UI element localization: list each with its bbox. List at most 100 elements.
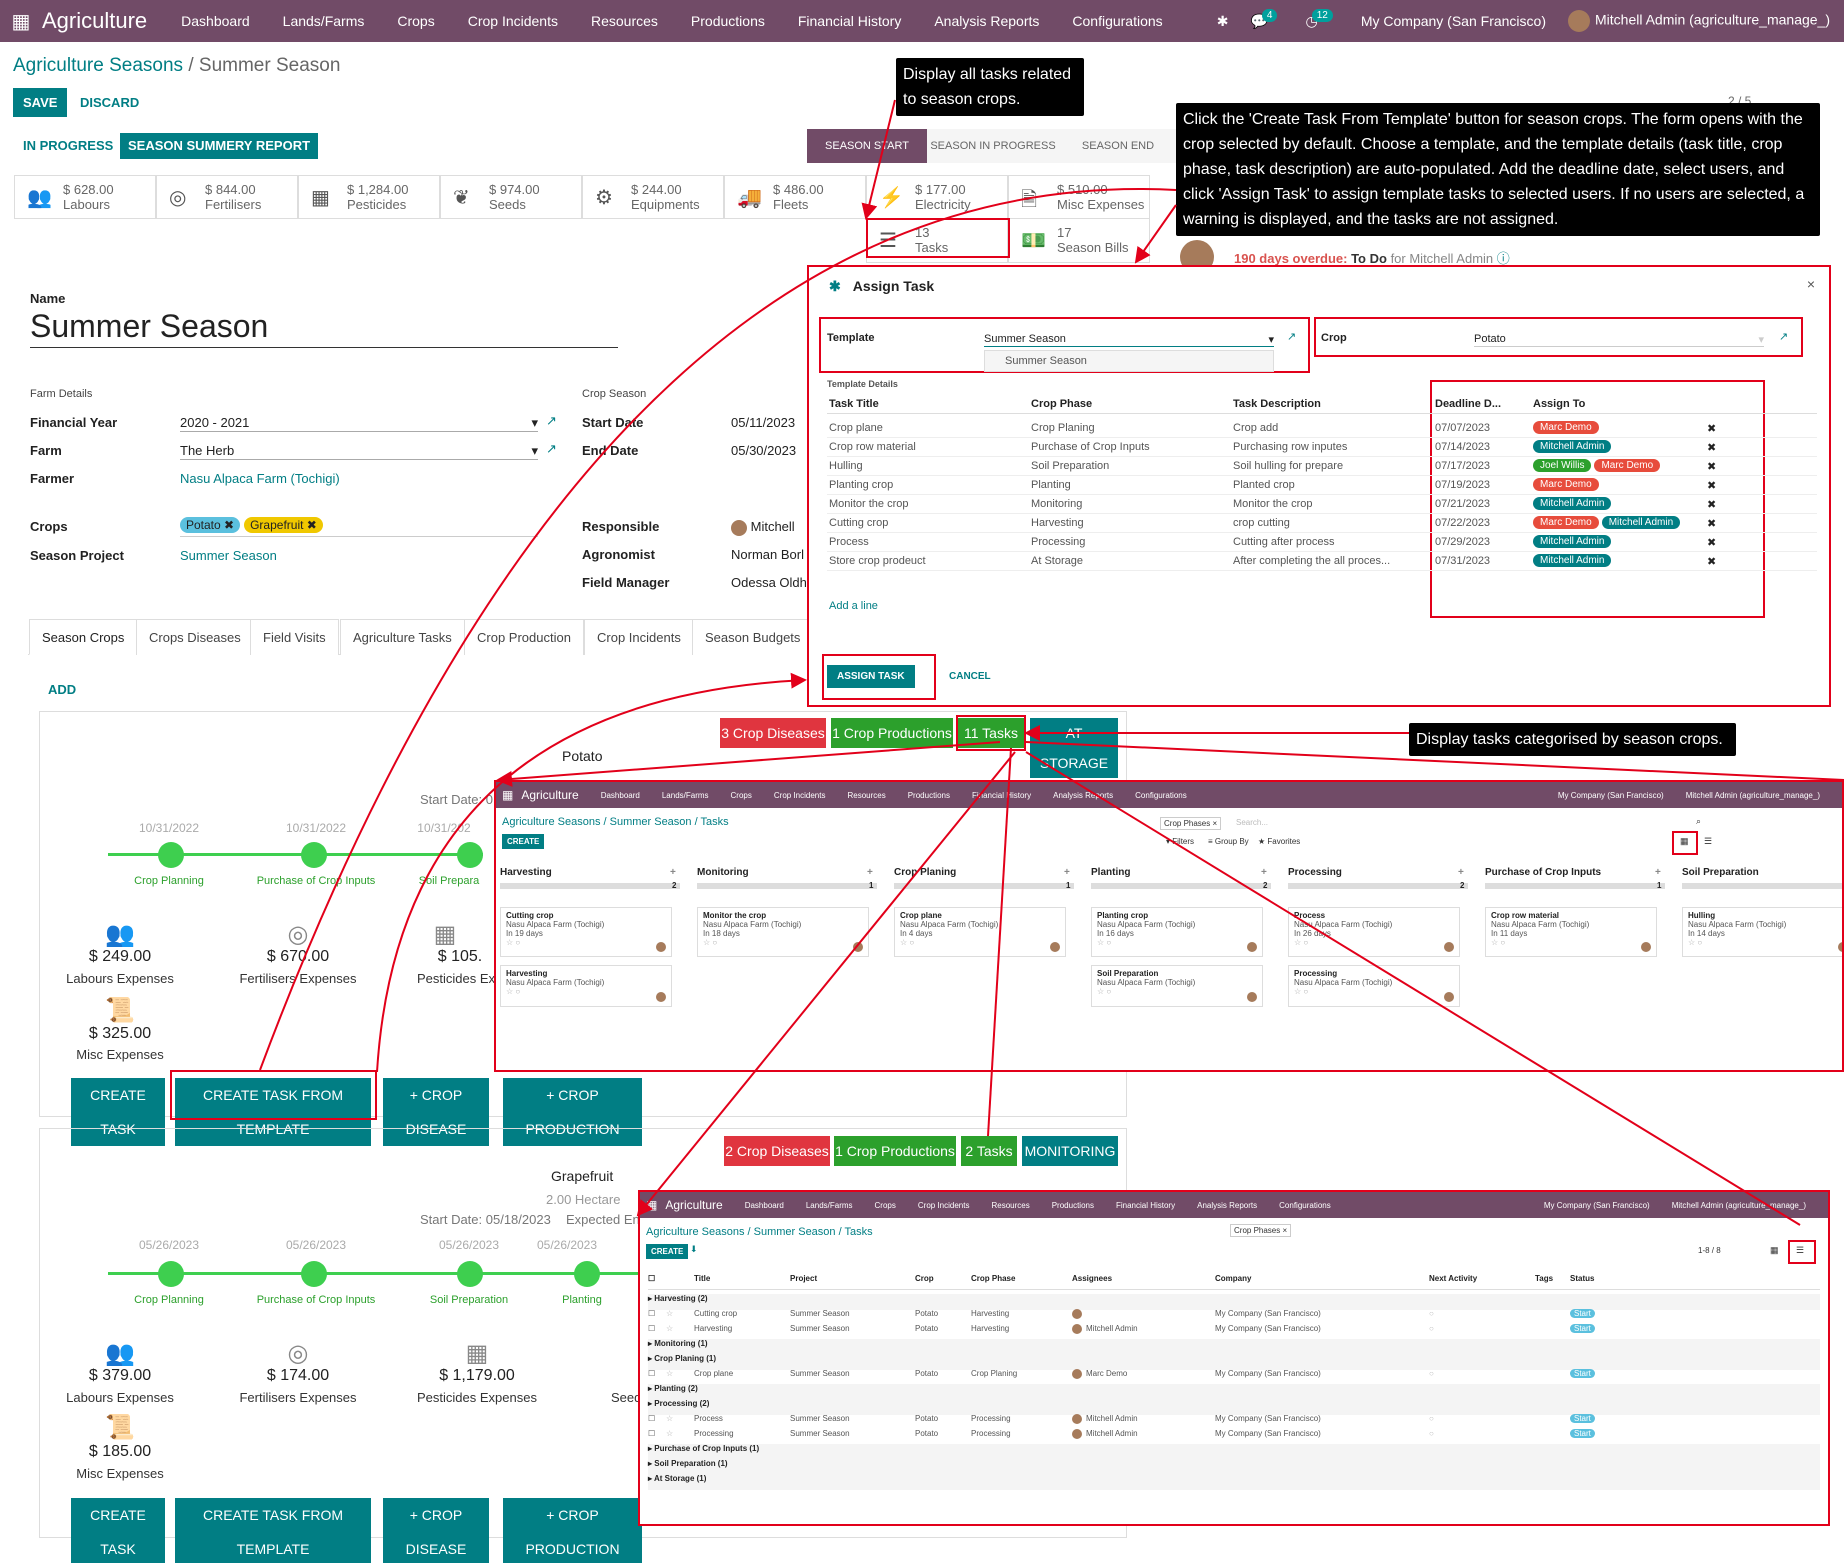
assignee-tag[interactable]: Marc Demo (1594, 459, 1661, 472)
assignee-tag[interactable]: Mitchell Admin (1533, 535, 1612, 548)
col-crop[interactable]: Crop (915, 1274, 934, 1283)
menu-item[interactable]: Dashboard (601, 791, 640, 800)
stage-season-start[interactable]: SEASON START (807, 129, 927, 163)
field-manager-field[interactable]: Odessa Oldh (731, 575, 807, 590)
add-crop-production-button[interactable]: + CROP PRODUCTION (503, 1498, 642, 1563)
table-row[interactable]: ☐ ☆ Processing Summer Season Potato Processin… (648, 1429, 1820, 1445)
delete-icon[interactable]: ✖ (1707, 479, 1716, 492)
external-link-icon[interactable]: ↗ (1287, 330, 1296, 343)
delete-icon[interactable]: ✖ (1707, 498, 1716, 511)
crops-field[interactable]: Potato ✖ Grapefruit ✖ (180, 517, 538, 537)
row-checkbox[interactable]: ☐ (648, 1309, 655, 1318)
create-button[interactable]: CREATE (502, 834, 545, 849)
crop-tag-potato[interactable]: Potato ✖ (180, 517, 241, 533)
tab-season-crops[interactable]: Season Crops (29, 619, 138, 655)
assign-to-cell[interactable]: Marc Demo Mitchell Admin (1533, 516, 1683, 529)
stat-misc-expenses[interactable]: 🗎 $ 510.00 Misc Expenses (1008, 175, 1150, 219)
delete-icon[interactable]: ✖ (1707, 460, 1716, 473)
group-row[interactable]: ▸ Soil Preparation (1) (648, 1459, 1820, 1475)
activity-clock-icon[interactable]: ○ (1429, 1309, 1434, 1318)
list-view-icon[interactable]: ☰ (1796, 1245, 1804, 1256)
template-line-row[interactable]: Store crop prodeuct At Storage After compl… (827, 552, 1817, 571)
menu-item[interactable]: Productions (908, 791, 950, 800)
activity-clock-icon[interactable]: ○ (1429, 1324, 1434, 1333)
star-icon[interactable]: ☆ ○ (506, 938, 666, 947)
create-task-from-template-button[interactable]: CREATE TASK FROM TEMPLATE (175, 1498, 371, 1563)
table-row[interactable]: ☐ ☆ Process Summer Season Potato Processing Mi… (648, 1414, 1820, 1430)
deadline-cell[interactable]: 07/29/2023 (1435, 536, 1490, 548)
stat-pesticides[interactable]: ▦ $ 1,284.00 Pesticides (298, 175, 440, 219)
assignee-tag[interactable]: Marc Demo (1533, 478, 1599, 491)
crop-tag-grapefruit[interactable]: Grapefruit ✖ (244, 517, 323, 533)
template-line-row[interactable]: Process Processing Cutting after process 07… (827, 533, 1817, 552)
pager[interactable]: 1-8 / 8 (1698, 1246, 1721, 1255)
col-crop-phase[interactable]: Crop Phase (971, 1274, 1015, 1283)
tab-field-visits[interactable]: Field Visits (250, 619, 339, 655)
add-icon[interactable]: + (1655, 867, 1661, 878)
stat-seeds[interactable]: ❦ $ 974.00 Seeds (440, 175, 582, 219)
favorites-button[interactable]: ★ Favorites (1258, 837, 1300, 846)
crop-select[interactable]: Potato ▾ (1474, 333, 1764, 347)
stage-chip[interactable]: MONITORING (1022, 1136, 1118, 1166)
start-date-field[interactable]: 05/11/2023 (731, 415, 795, 430)
select-all-checkbox[interactable]: ☐ (648, 1274, 655, 1283)
template-line-row[interactable]: Monitor the crop Monitoring Monitor the cr… (827, 495, 1817, 514)
template-dropdown-option[interactable]: Summer Season (984, 350, 1274, 372)
assignee-tag[interactable]: Mitchell Admin (1533, 440, 1612, 453)
stage-season-end[interactable]: SEASON END (1059, 129, 1177, 163)
info-icon[interactable]: ⓘ (1497, 251, 1510, 266)
tab-crop-production[interactable]: Crop Production (464, 619, 584, 655)
menu-analysis-reports[interactable]: Analysis Reports (934, 13, 1039, 29)
menu-resources[interactable]: Resources (591, 13, 658, 29)
deadline-cell[interactable]: 07/07/2023 (1435, 422, 1490, 434)
add-icon[interactable]: + (670, 867, 676, 878)
activity-icon[interactable]: ◷12 (1305, 8, 1338, 30)
menu-item[interactable]: Crop Incidents (918, 1201, 970, 1210)
app-brand[interactable]: Agriculture (42, 8, 147, 34)
company-switcher[interactable]: My Company (San Francisco) (1544, 1201, 1650, 1210)
menu-item[interactable]: Lands/Farms (806, 1201, 853, 1210)
menu-item[interactable]: Crop Incidents (774, 791, 826, 800)
menu-financial-history[interactable]: Financial History (798, 13, 901, 29)
template-line-row[interactable]: Crop row material Purchase of Crop Inputs… (827, 438, 1817, 457)
row-checkbox[interactable]: ☐ (648, 1414, 655, 1423)
add-crop-disease-button[interactable]: + CROP DISEASE (383, 1498, 489, 1563)
search-icon[interactable]: ⌕ (1696, 816, 1701, 827)
star-icon[interactable]: ☆ ○ (900, 938, 1060, 947)
in-progress-button[interactable]: IN PROGRESS (13, 131, 123, 161)
external-link-icon[interactable]: ↗ (546, 413, 557, 429)
template-line-row[interactable]: Planting crop Planting Planted crop 07/19/2… (827, 476, 1817, 495)
stat-fleets[interactable]: 🚚 $ 486.00 Fleets (724, 175, 866, 219)
kanban-card[interactable]: Process Nasu Alpaca Farm (Tochigi) In 26 d… (1288, 907, 1460, 957)
col-title[interactable]: Title (694, 1274, 710, 1283)
external-link-icon[interactable]: ↗ (546, 441, 557, 457)
tab-season-budgets[interactable]: Season Budgets (692, 619, 814, 655)
group-by-button[interactable]: ≡ Group By (1208, 837, 1249, 846)
tab-agriculture-tasks[interactable]: Agriculture Tasks (340, 619, 465, 655)
menu-crops[interactable]: Crops (397, 13, 434, 29)
end-date-field[interactable]: 05/30/2023 (731, 443, 796, 458)
crop-productions-chip[interactable]: 1 Crop Productions (834, 1136, 956, 1166)
group-row[interactable]: ▸ Crop Planing (1) (648, 1354, 1820, 1370)
agronomist-field[interactable]: Norman Borl (731, 547, 804, 562)
close-icon[interactable]: × (1807, 276, 1815, 292)
menu-item[interactable]: Configurations (1135, 791, 1187, 800)
menu-item[interactable]: Dashboard (745, 1201, 784, 1210)
activity-clock-icon[interactable]: ○ (1429, 1414, 1434, 1423)
assignee-tag[interactable]: Marc Demo (1533, 421, 1599, 434)
tab-crops-diseases[interactable]: Crops Diseases (136, 619, 254, 655)
tasks-chip[interactable]: 2 Tasks (961, 1136, 1017, 1166)
deadline-cell[interactable]: 07/21/2023 (1435, 498, 1490, 510)
kanban-card[interactable]: Harvesting Nasu Alpaca Farm (Tochigi) ☆ ○ (500, 965, 672, 1007)
user-menu[interactable]: Mitchell Admin (agriculture_manage_) (1672, 1201, 1806, 1210)
stat-labours[interactable]: 👥 $ 628.00 Labours (14, 175, 156, 219)
deadline-cell[interactable]: 07/17/2023 (1435, 460, 1490, 472)
company-switcher[interactable]: My Company (San Francisco) (1361, 13, 1546, 29)
star-icon[interactable]: ☆ ○ (1294, 938, 1454, 947)
star-icon[interactable]: ☆ ○ (1294, 987, 1454, 996)
template-line-row[interactable]: Cutting crop Harvesting crop cutting 07/22/… (827, 514, 1817, 533)
star-icon[interactable]: ☆ ○ (506, 987, 666, 996)
bug-icon[interactable]: ✱ (1217, 13, 1229, 30)
assign-task-button[interactable]: ASSIGN TASK (827, 665, 915, 688)
activity-clock-icon[interactable]: ○ (1429, 1429, 1434, 1438)
